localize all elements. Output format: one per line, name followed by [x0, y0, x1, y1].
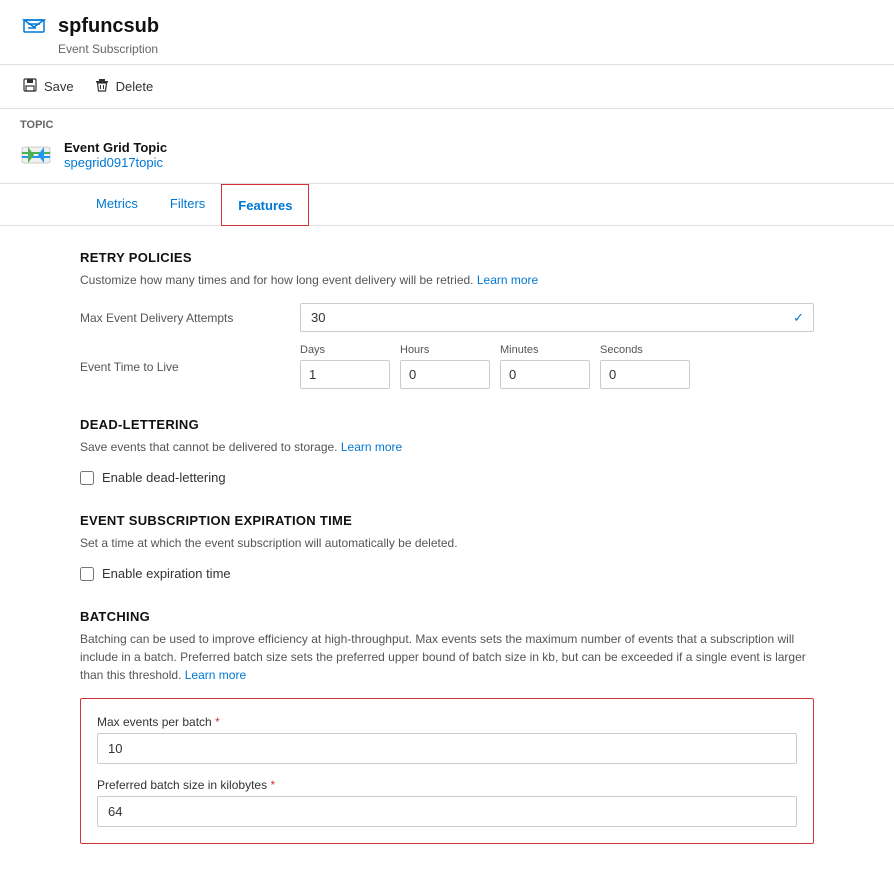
tabs-bar: Metrics Filters Features: [0, 184, 894, 226]
batch-size-input[interactable]: [97, 796, 797, 827]
page-subtitle: Event Subscription: [58, 42, 874, 56]
dead-lettering-desc-text: Save events that cannot be delivered to …: [80, 440, 341, 454]
hours-input[interactable]: [400, 360, 490, 389]
topic-section-label: TOPIC: [20, 119, 874, 131]
dead-lettering-checkbox-label: Enable dead-lettering: [102, 470, 226, 485]
delete-icon: [94, 77, 110, 96]
expiration-checkbox-label: Enable expiration time: [102, 566, 231, 581]
retry-desc-text: Customize how many times and for how lon…: [80, 273, 477, 287]
max-attempts-row: Max Event Delivery Attempts 30: [80, 303, 814, 332]
batching-section: BATCHING Batching can be used to improve…: [80, 609, 814, 844]
max-attempts-select[interactable]: 30: [300, 303, 814, 332]
save-button[interactable]: Save: [20, 73, 76, 100]
dead-lettering-section: DEAD-LETTERING Save events that cannot b…: [80, 417, 814, 485]
content-area: RETRY POLICIES Customize how many times …: [0, 226, 894, 896]
time-fields: Days Hours Minutes Seconds: [300, 344, 814, 389]
event-grid-icon: [20, 139, 52, 171]
page-title: spfuncsub: [58, 15, 159, 38]
retry-title: RETRY POLICIES: [80, 250, 814, 265]
batch-size-field: Preferred batch size in kilobytes *: [97, 778, 797, 827]
hours-field-group: Hours: [400, 344, 490, 389]
minutes-label: Minutes: [500, 344, 590, 356]
dead-lettering-checkbox[interactable]: [80, 471, 94, 485]
seconds-label: Seconds: [600, 344, 690, 356]
batching-fields-container: Max events per batch * Preferred batch s…: [80, 698, 814, 844]
event-ttl-control: Days Hours Minutes Seconds: [300, 344, 814, 389]
retry-learn-more[interactable]: Learn more: [477, 273, 538, 287]
days-input[interactable]: [300, 360, 390, 389]
dead-lettering-desc: Save events that cannot be delivered to …: [80, 438, 814, 456]
delete-label: Delete: [116, 79, 154, 94]
seconds-input[interactable]: [600, 360, 690, 389]
tab-filters[interactable]: Filters: [154, 184, 221, 225]
batching-title: BATCHING: [80, 609, 814, 624]
expiration-checkbox[interactable]: [80, 567, 94, 581]
minutes-field-group: Minutes: [500, 344, 590, 389]
max-events-required-star: *: [215, 715, 220, 729]
max-events-field: Max events per batch *: [97, 715, 797, 764]
expiration-desc: Set a time at which the event subscripti…: [80, 534, 814, 552]
save-label: Save: [44, 79, 74, 94]
topic-link[interactable]: spegrid0917topic: [64, 155, 163, 170]
topic-info: Event Grid Topic spegrid0917topic: [64, 140, 167, 170]
hours-label: Hours: [400, 344, 490, 356]
retry-policies-section: RETRY POLICIES Customize how many times …: [80, 250, 814, 389]
batch-size-label: Preferred batch size in kilobytes *: [97, 778, 797, 792]
batching-desc: Batching can be used to improve efficien…: [80, 630, 814, 684]
toolbar: Save Delete: [0, 65, 894, 109]
batching-learn-more[interactable]: Learn more: [185, 668, 246, 682]
tab-metrics[interactable]: Metrics: [80, 184, 154, 225]
save-icon: [22, 77, 38, 96]
max-attempts-select-wrapper: 30: [300, 303, 814, 332]
event-subscription-icon: [20, 12, 48, 40]
tab-features[interactable]: Features: [221, 184, 309, 226]
expiration-section: EVENT SUBSCRIPTION EXPIRATION TIME Set a…: [80, 513, 814, 581]
max-events-label: Max events per batch *: [97, 715, 797, 729]
max-events-input[interactable]: [97, 733, 797, 764]
dead-lettering-title: DEAD-LETTERING: [80, 417, 814, 432]
delete-button[interactable]: Delete: [92, 73, 156, 100]
batch-size-required-star: *: [270, 778, 275, 792]
dead-lettering-learn-more[interactable]: Learn more: [341, 440, 402, 454]
topic-type-name: Event Grid Topic: [64, 140, 167, 155]
event-ttl-row: Event Time to Live Days Hours Minutes: [80, 344, 814, 389]
dead-lettering-checkbox-row: Enable dead-lettering: [80, 470, 814, 485]
seconds-field-group: Seconds: [600, 344, 690, 389]
expiration-title: EVENT SUBSCRIPTION EXPIRATION TIME: [80, 513, 814, 528]
days-field-group: Days: [300, 344, 390, 389]
minutes-input[interactable]: [500, 360, 590, 389]
retry-desc: Customize how many times and for how lon…: [80, 271, 814, 289]
expiration-checkbox-row: Enable expiration time: [80, 566, 814, 581]
max-attempts-label: Max Event Delivery Attempts: [80, 311, 300, 325]
days-label: Days: [300, 344, 390, 356]
max-attempts-control: 30: [300, 303, 814, 332]
event-ttl-label: Event Time to Live: [80, 360, 300, 374]
